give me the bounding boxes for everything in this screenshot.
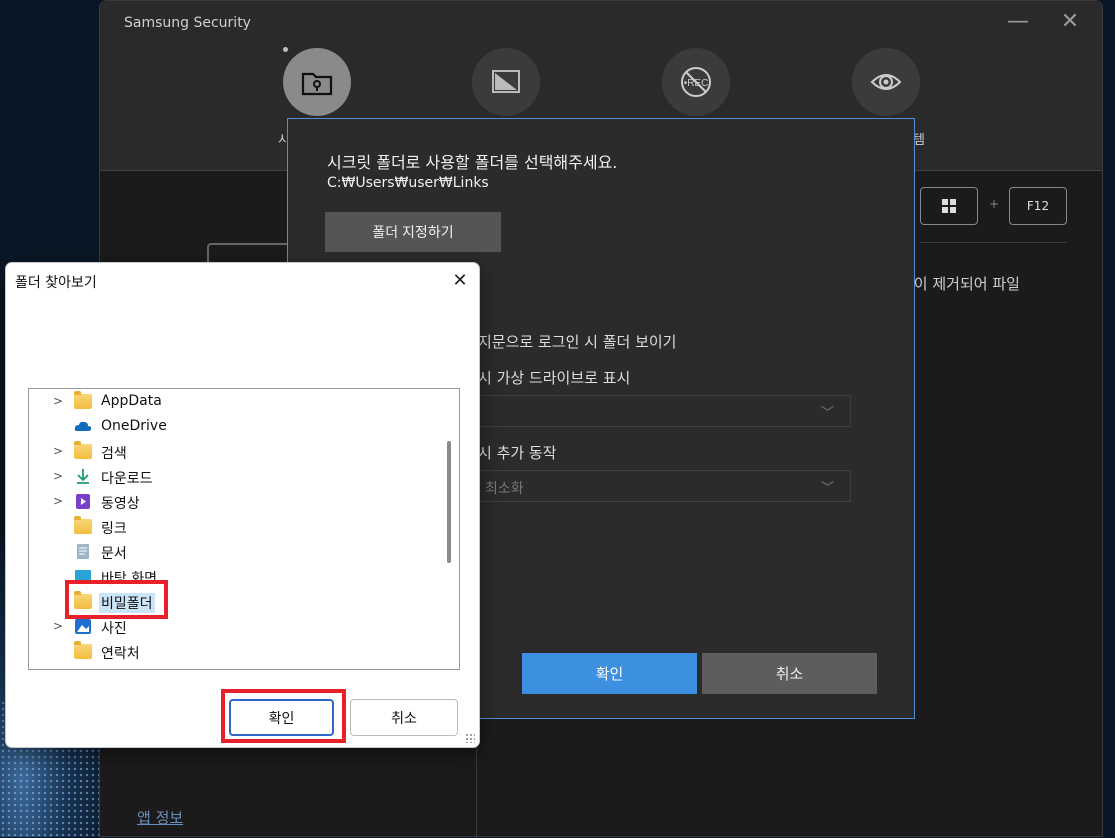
cancel-button[interactable]: 취소: [702, 653, 877, 694]
expand-chevron-icon[interactable]: >: [53, 394, 63, 408]
selected-folder-path: C:₩Users₩user₩Links: [327, 175, 489, 191]
shortcut-plus: +: [989, 197, 1000, 211]
tree-item-videos[interactable]: > 동영상: [29, 490, 439, 514]
expand-chevron-icon[interactable]: >: [53, 469, 63, 483]
tree-item-links[interactable]: 링크: [29, 515, 439, 539]
tree-item-documents[interactable]: 문서: [29, 540, 439, 564]
windows-logo-icon: [942, 199, 956, 213]
active-indicator-dot: [283, 47, 288, 52]
folder-icon: [74, 516, 92, 534]
browse-folder-dialog: 폴더 찾아보기 ✕ > AppData OneDrive > 검색 > 다운로드…: [5, 262, 480, 748]
folder-icon: [74, 391, 92, 409]
resize-grip[interactable]: [465, 733, 475, 743]
tree-item-appdata[interactable]: > AppData: [29, 390, 439, 414]
download-icon: [77, 469, 89, 484]
about-app-link[interactable]: 앱 정보: [137, 807, 183, 828]
folder-tree[interactable]: > AppData OneDrive > 검색 > 다운로드 > 동영상 링크: [28, 388, 460, 670]
chevron-down-icon: ﹀: [820, 481, 834, 496]
tree-scrollbar[interactable]: [439, 389, 459, 669]
shortcut-key-f12: F12: [1009, 187, 1067, 225]
tree-item-search[interactable]: > 검색: [29, 440, 439, 464]
nav-recording-block[interactable]: •REC: [662, 48, 730, 116]
app-title: Samsung Security: [124, 15, 251, 31]
no-rec-icon: •REC: [681, 67, 711, 97]
nav-screen-protection[interactable]: [472, 48, 540, 116]
minimize-button[interactable]: —: [1003, 9, 1033, 35]
nav-secret-folder[interactable]: [283, 48, 351, 116]
tree-item-label: 다운로드: [101, 471, 153, 487]
dialog-title: 시크릿 폴더로 사용할 폴더를 선택해주세요.: [327, 153, 618, 172]
tree-item-label: OneDrive: [101, 418, 167, 434]
expand-chevron-icon[interactable]: >: [53, 444, 63, 458]
nav-privacy-eye[interactable]: [852, 48, 920, 116]
tree-item-label: 사진: [101, 621, 127, 637]
browse-cancel-button[interactable]: 취소: [350, 699, 458, 736]
screen-privacy-icon: [492, 70, 520, 93]
extra-action-select-value: 최소화: [485, 481, 524, 497]
fingerprint-option-label[interactable]: 지문으로 로그인 시 폴더 보이기: [478, 331, 676, 352]
chevron-down-icon: ﹀: [820, 406, 834, 421]
folder-icon: [74, 641, 92, 659]
tree-item-label: 링크: [101, 521, 127, 537]
browse-dialog-title: 폴더 찾아보기: [15, 275, 97, 291]
video-icon: [76, 494, 90, 509]
tree-item-label: 검색: [101, 446, 127, 462]
highlight-ok-button: [221, 689, 346, 743]
highlight-secret-folder: [65, 580, 168, 619]
expand-chevron-icon[interactable]: >: [53, 619, 63, 633]
shortcut-key-windows: [920, 187, 978, 225]
tree-item-label: 연락처: [101, 646, 140, 662]
tree-item-contacts[interactable]: 연락처: [29, 640, 439, 664]
svg-text:•REC: •REC: [684, 78, 709, 89]
folder-icon: [74, 441, 92, 459]
virtual-drive-option-label: 시 가상 드라이브로 표시: [478, 369, 631, 387]
extra-action-option-label: 시 추가 동작: [478, 444, 557, 462]
scrollbar-thumb[interactable]: [447, 441, 451, 563]
set-folder-button[interactable]: 폴더 지정하기: [325, 212, 501, 252]
tree-item-label: 동영상: [101, 496, 140, 512]
document-icon: [77, 544, 89, 559]
tree-item-downloads[interactable]: > 다운로드: [29, 465, 439, 489]
pictures-icon: [75, 619, 91, 634]
divider: [920, 242, 1067, 243]
tree-item-onedrive[interactable]: OneDrive: [29, 415, 439, 439]
expand-chevron-icon[interactable]: >: [53, 494, 63, 508]
extra-action-select[interactable]: 최소화 ﹀: [478, 470, 851, 502]
virtual-drive-select[interactable]: ﹀: [478, 395, 851, 427]
close-window-button[interactable]: ✕: [1055, 9, 1085, 35]
eye-shutter-icon: [870, 74, 902, 90]
secret-folder-icon: [301, 72, 333, 96]
confirm-button[interactable]: 확인: [522, 653, 697, 694]
tree-item-label: AppData: [101, 393, 162, 409]
tree-item-label: 문서: [101, 546, 127, 562]
close-icon[interactable]: ✕: [446, 267, 474, 295]
cloud-icon: [74, 421, 92, 431]
feature-description: 성이 제거되어 파일: [900, 275, 1020, 293]
